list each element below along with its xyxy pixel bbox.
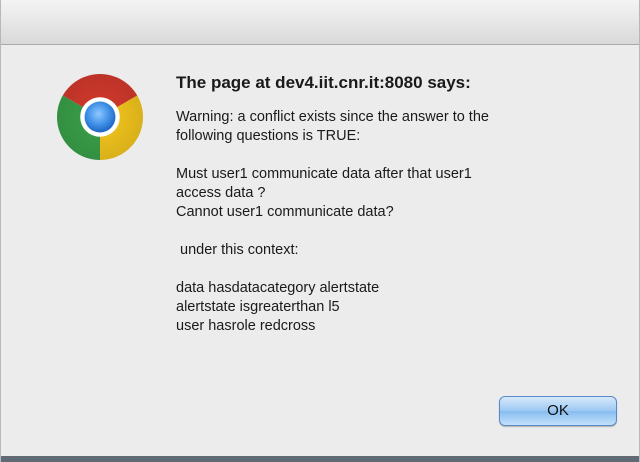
dialog-title: The page at dev4.iit.cnr.it:8080 says: [176,73,471,92]
window-bottom-edge [1,456,639,462]
message-line: alertstate isgreaterthan l5 [176,299,340,315]
message-line: data hasdatacategory alertstate [176,280,380,296]
message-line: following questions is TRUE: [176,128,361,144]
alert-dialog: The page at dev4.iit.cnr.it:8080 says: W… [0,0,640,462]
message-line [176,146,616,165]
message-line: under this context: [176,242,299,258]
message-line: Must user1 communicate data after that u… [176,166,472,182]
dialog-message: Warning: a conflict exists since the ans… [176,108,616,336]
message-line: Cannot user1 communicate data? [176,204,394,220]
message-line: Warning: a conflict exists since the ans… [176,109,489,125]
dialog-content: The page at dev4.iit.cnr.it:8080 says: W… [176,72,616,336]
message-line [176,260,616,279]
message-line: access data ? [176,185,266,201]
ok-button[interactable]: OK [499,396,617,426]
chrome-icon [57,74,143,160]
dialog-titlebar [1,0,639,45]
message-line: user hasrole redcross [176,318,316,334]
message-line [176,222,616,241]
